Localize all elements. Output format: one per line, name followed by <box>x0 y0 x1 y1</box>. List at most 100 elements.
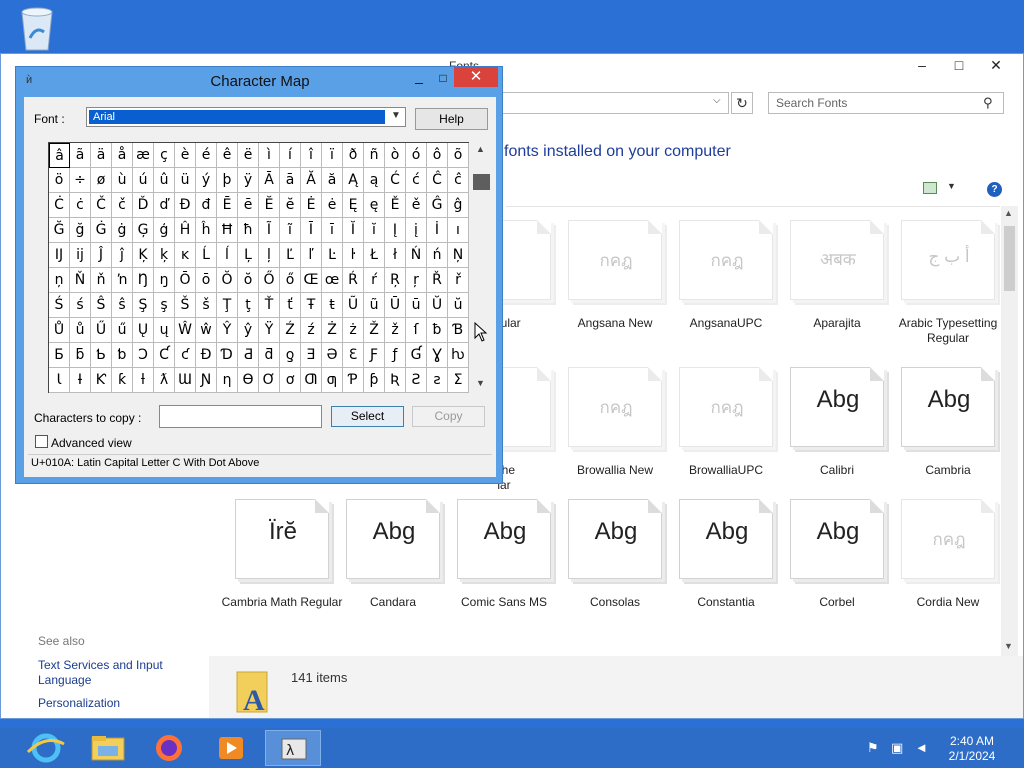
refresh-button[interactable]: ↻ <box>731 92 753 114</box>
character-cell[interactable]: û <box>154 168 175 193</box>
character-cell[interactable]: Ɠ <box>406 343 427 368</box>
network-icon[interactable]: ▣ <box>891 740 903 756</box>
character-cell[interactable]: ƍ <box>280 343 301 368</box>
character-cell[interactable]: į <box>406 218 427 243</box>
vertical-scrollbar[interactable]: ▲ ▼ <box>1001 206 1018 656</box>
character-cell[interactable]: ţ <box>238 293 259 318</box>
character-cell[interactable]: ă <box>322 168 343 193</box>
character-cell[interactable]: ė <box>322 193 343 218</box>
character-cell[interactable]: Ă <box>301 168 322 193</box>
character-cell[interactable]: Ń <box>406 243 427 268</box>
character-cell[interactable]: ģ <box>154 218 175 243</box>
font-tile[interactable]: Abg Comic Sans MS <box>449 499 559 639</box>
character-cell[interactable]: ö <box>49 168 70 193</box>
character-cell[interactable]: Ɖ <box>196 343 217 368</box>
character-cell[interactable]: ô <box>427 143 448 168</box>
character-cell[interactable]: Ź <box>280 318 301 343</box>
character-cell[interactable]: ĵ <box>112 243 133 268</box>
character-cell[interactable]: Ľ <box>280 243 301 268</box>
recycle-bin-icon[interactable] <box>14 4 60 52</box>
character-cell[interactable]: æ <box>133 143 154 168</box>
font-dropdown[interactable]: Arial ▼ <box>86 107 406 127</box>
character-cell[interactable]: Ŗ <box>385 268 406 293</box>
chevron-down-icon[interactable]: ▼ <box>947 181 956 191</box>
character-cell[interactable]: ƣ <box>322 368 343 393</box>
minimize-button[interactable]: _ <box>409 69 429 87</box>
character-cell[interactable]: Ɣ <box>427 343 448 368</box>
character-grid[interactable]: â ã ä å æ ç è é ê ë ì í î ï ð ñ ò ó ô õ ö ÷ ø ù ú û ü ý þ ÿ Āā Ăă Ąą Ćć Ĉĉ… <box>48 142 469 393</box>
font-tile[interactable]: Abg Calibri <box>782 367 892 507</box>
character-cell[interactable]: þ <box>217 168 238 193</box>
character-cell[interactable]: Ģ <box>133 218 154 243</box>
help-icon[interactable]: ? <box>987 182 1002 197</box>
character-cell[interactable]: ő <box>280 268 301 293</box>
character-cell[interactable]: î <box>301 143 322 168</box>
character-cell[interactable]: ƀ <box>427 318 448 343</box>
minimize-button[interactable]: – <box>911 57 933 73</box>
character-cell[interactable]: ċ <box>70 193 91 218</box>
character-cell[interactable]: ç <box>154 143 175 168</box>
character-cell[interactable]: ŭ <box>448 293 469 318</box>
character-cell[interactable]: ĝ <box>448 193 469 218</box>
character-cell[interactable]: Ƅ <box>91 343 112 368</box>
character-cell[interactable]: ë <box>238 143 259 168</box>
character-cell[interactable]: ġ <box>112 218 133 243</box>
character-cell[interactable]: ŷ <box>238 318 259 343</box>
scroll-down-arrow-icon[interactable]: ▼ <box>1004 641 1013 651</box>
character-cell[interactable]: Ě <box>385 193 406 218</box>
grid-scrollbar[interactable]: ▲ ▼ <box>473 142 490 393</box>
character-cell[interactable]: è <box>175 143 196 168</box>
character-cell[interactable]: Ų <box>133 318 154 343</box>
character-cell[interactable]: Ō <box>175 268 196 293</box>
character-cell[interactable]: Œ <box>301 268 322 293</box>
character-cell[interactable]: ƞ <box>217 368 238 393</box>
chevron-down-icon[interactable]: ⌵ <box>713 95 721 106</box>
character-cell[interactable]: ć <box>406 168 427 193</box>
character-cell[interactable]: é <box>196 143 217 168</box>
character-cell[interactable]: Ř <box>427 268 448 293</box>
chevron-down-icon[interactable]: ▼ <box>391 110 401 121</box>
character-cell[interactable]: ż <box>343 318 364 343</box>
character-cell[interactable]: ś <box>70 293 91 318</box>
character-cell[interactable]: Ŕ <box>343 268 364 293</box>
character-cell[interactable]: Ğ <box>49 218 70 243</box>
font-tile[interactable]: Abg Cambria <box>893 367 1003 507</box>
character-cell[interactable]: ī <box>322 218 343 243</box>
font-tile[interactable]: अबक Aparajita <box>782 220 892 360</box>
character-cell[interactable]: œ <box>322 268 343 293</box>
character-cell[interactable]: ŧ <box>322 293 343 318</box>
scroll-up-arrow-icon[interactable]: ▲ <box>476 144 485 154</box>
action-center-icon[interactable]: ⚑ <box>867 740 879 756</box>
character-cell[interactable]: ű <box>112 318 133 343</box>
character-cell[interactable]: Ŷ <box>217 318 238 343</box>
character-cell[interactable]: ź <box>301 318 322 343</box>
character-cell[interactable]: Ũ <box>343 293 364 318</box>
character-cell[interactable]: ķ <box>154 243 175 268</box>
character-cell[interactable]: Ż <box>322 318 343 343</box>
character-cell[interactable]: ƛ <box>154 368 175 393</box>
character-cell[interactable]: Ƥ <box>343 368 364 393</box>
character-cell[interactable]: ƕ <box>448 343 469 368</box>
close-button[interactable]: ✕ <box>454 67 498 87</box>
character-cell[interactable]: đ <box>196 193 217 218</box>
character-cell[interactable]: ĸ <box>175 243 196 268</box>
character-cell[interactable]: Đ <box>175 193 196 218</box>
close-button[interactable]: ✕ <box>985 57 1007 73</box>
character-cell[interactable]: ľ <box>301 243 322 268</box>
character-cell[interactable]: Ŋ <box>133 268 154 293</box>
scrollbar-thumb[interactable] <box>1004 226 1015 291</box>
character-cell[interactable]: Ɛ <box>343 343 364 368</box>
character-cell[interactable]: Ī <box>301 218 322 243</box>
character-cell[interactable]: ŵ <box>196 318 217 343</box>
character-cell[interactable]: Ơ <box>259 368 280 393</box>
character-cell[interactable]: ü <box>175 168 196 193</box>
character-cell[interactable]: ŝ <box>112 293 133 318</box>
character-cell[interactable]: ŉ <box>112 268 133 293</box>
character-cell[interactable]: Ž <box>364 318 385 343</box>
character-cell[interactable]: ý <box>196 168 217 193</box>
character-cell[interactable]: Ɔ <box>133 343 154 368</box>
character-cell[interactable]: ƈ <box>175 343 196 368</box>
character-cell[interactable]: Ę <box>343 193 364 218</box>
character-cell[interactable]: Ā <box>259 168 280 193</box>
character-cell[interactable]: Ł <box>364 243 385 268</box>
